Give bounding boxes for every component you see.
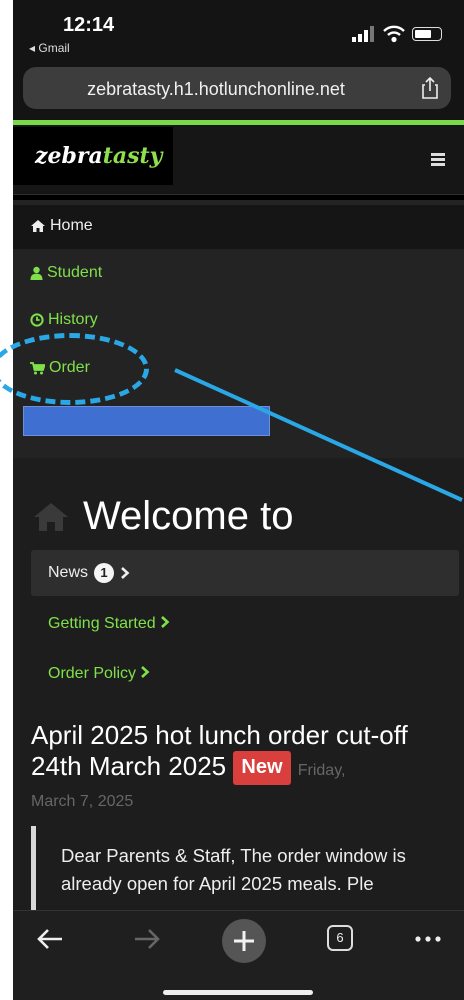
post-excerpt-blockquote: Dear Parents & Staff, The order window i…	[31, 826, 441, 910]
status-time: 12:14	[63, 14, 115, 36]
url-text: zebratasty.h1.hotlunchonline.net	[87, 79, 345, 99]
post-date: March 7, 2025	[31, 793, 134, 810]
welcome-heading: Welcome to	[33, 494, 293, 539]
home-indicator[interactable]	[163, 990, 313, 995]
forward-arrow-icon[interactable]	[132, 925, 162, 953]
post-date-weekday: Friday,	[297, 762, 346, 779]
more-options-icon[interactable]	[413, 925, 443, 953]
redacted-nav-item[interactable]	[23, 406, 270, 436]
site-logo[interactable]: zebratasty	[13, 127, 173, 185]
user-icon	[30, 266, 43, 280]
chevron-right-icon	[161, 616, 170, 628]
new-tab-button[interactable]	[222, 919, 266, 963]
browser-toolbar: 6	[13, 910, 464, 1000]
phone-screen: 12:14 ◂ Gmail zebratasty.h1.hotlunchonli…	[13, 0, 464, 1000]
new-badge: New	[233, 751, 291, 785]
site-header: zebratasty	[13, 125, 464, 195]
tab-news[interactable]: News 1	[48, 563, 130, 583]
browser-address-area: zebratasty.h1.hotlunchonline.net	[13, 62, 464, 122]
chevron-right-icon	[141, 666, 150, 678]
nav-item-home-row[interactable]: Home	[13, 205, 464, 249]
tab-switcher-button[interactable]: 6	[327, 925, 353, 951]
nav-menu: Home Student History Order	[13, 200, 464, 458]
tab-news-label: News	[48, 564, 89, 581]
plus-icon	[234, 931, 254, 951]
back-to-app-link[interactable]: ◂ Gmail	[29, 41, 70, 55]
post-title-text: April 2025 hot lunch order cut-off 24th …	[31, 720, 408, 781]
tab-order-policy[interactable]: Order Policy	[48, 665, 150, 683]
welcome-title: Welcome to	[83, 494, 294, 538]
home-icon	[34, 502, 68, 531]
nav-student-label: Student	[47, 264, 103, 281]
nav-item-home[interactable]: Home	[30, 217, 93, 235]
nav-home-label: Home	[50, 217, 93, 234]
clock-icon	[30, 313, 44, 327]
address-bar[interactable]: zebratasty.h1.hotlunchonline.net	[23, 67, 451, 109]
home-icon	[31, 220, 45, 232]
cellular-signal-icon	[352, 26, 374, 42]
news-tab-bar: News 1	[31, 550, 459, 596]
nav-item-history[interactable]: History	[30, 311, 98, 329]
post-excerpt: Dear Parents & Staff, The order window i…	[61, 845, 406, 894]
main-content: Welcome to News 1 Getting Started Order …	[13, 458, 464, 910]
tab-getting-started[interactable]: Getting Started	[48, 615, 170, 633]
nav-item-student[interactable]: Student	[30, 264, 102, 282]
share-icon[interactable]	[421, 77, 439, 99]
chevron-right-icon	[121, 567, 130, 579]
news-count-badge: 1	[94, 563, 115, 583]
hamburger-menu-icon[interactable]	[431, 153, 445, 166]
battery-icon	[412, 27, 442, 41]
back-arrow-icon[interactable]	[35, 925, 65, 953]
nav-history-label: History	[48, 311, 98, 328]
post-title[interactable]: April 2025 hot lunch order cut-off 24th …	[31, 720, 441, 786]
wifi-icon	[383, 25, 405, 43]
status-bar: 12:14 ◂ Gmail	[13, 0, 464, 62]
